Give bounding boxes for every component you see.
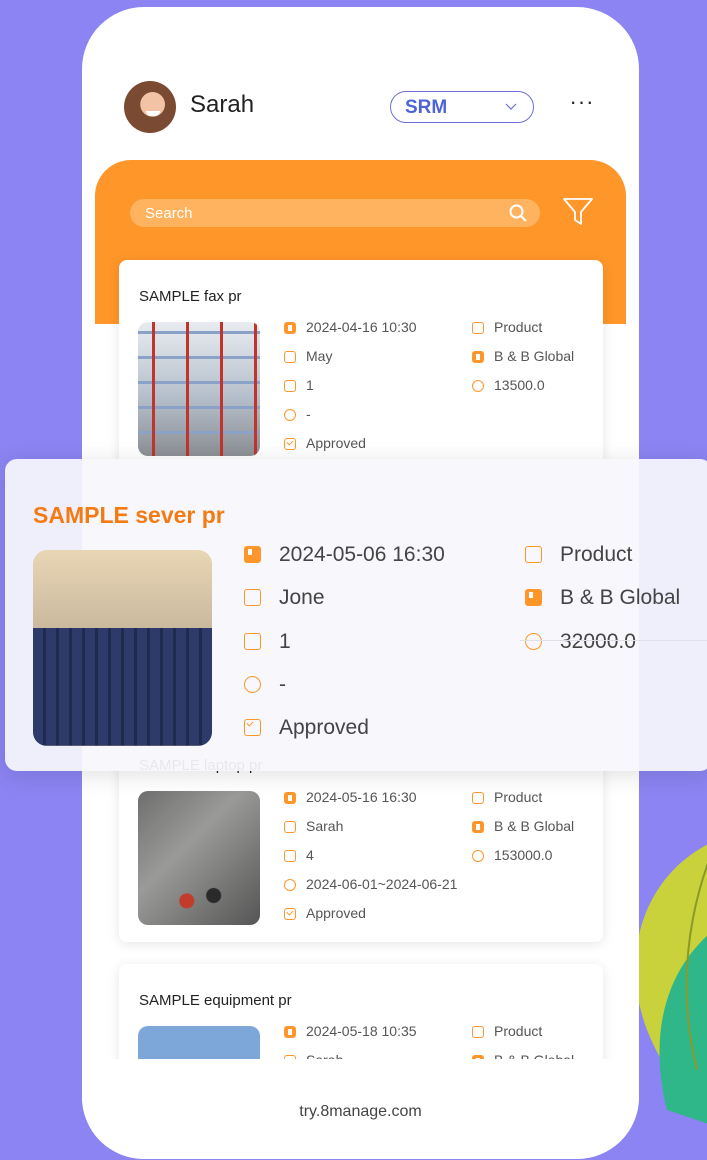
grid-icon — [472, 792, 484, 804]
user-name: Sarah — [190, 91, 255, 118]
item-person: May — [284, 348, 332, 364]
grid-icon — [525, 546, 542, 563]
more-menu-button[interactable]: ··· — [567, 91, 597, 121]
expanded-datetime: 2024-05-06 16:30 — [244, 543, 445, 567]
item-photo — [138, 791, 260, 925]
stack-icon — [284, 850, 296, 862]
item-datetime: 2024-05-18 10:35 — [284, 1023, 417, 1039]
footer-url[interactable]: try.8manage.com — [82, 1103, 639, 1121]
item-status: Approved — [284, 435, 366, 451]
module-label: SRM — [405, 97, 448, 118]
search-input[interactable]: Search — [130, 199, 540, 227]
expanded-category: Product — [525, 543, 632, 567]
item-title: SAMPLE fax pr — [139, 288, 242, 305]
check-icon — [284, 908, 296, 920]
item-amount: 153000.0 — [472, 847, 552, 863]
item-amount: 13500.0 — [472, 377, 545, 393]
expanded-person: Jone — [244, 586, 325, 610]
expanded-amount: 32000.0 — [525, 630, 636, 654]
person-icon — [284, 821, 296, 833]
clock-icon — [244, 676, 261, 693]
item-category: Product — [472, 319, 542, 335]
item-photo — [138, 322, 260, 456]
item-period: 2024-06-01~2024-06-21 — [284, 876, 457, 892]
person-icon — [244, 589, 261, 606]
money-icon — [525, 633, 542, 650]
item-category: Product — [472, 789, 542, 805]
stack-icon — [244, 633, 261, 650]
expanded-item-card[interactable]: SAMPLE sever pr 2024-05-06 16:30 Jone 1 … — [5, 459, 707, 771]
item-category: Product — [472, 1023, 542, 1039]
check-icon — [244, 719, 261, 736]
calendar-icon — [284, 1026, 296, 1038]
filter-icon[interactable] — [562, 195, 594, 227]
item-title: SAMPLE equipment pr — [139, 992, 292, 1009]
divider — [520, 640, 707, 641]
item-supplier: B & B Global — [472, 818, 574, 834]
item-status: Approved — [284, 905, 366, 921]
chevron-down-icon — [505, 103, 517, 110]
footer: try.8manage.com — [82, 1059, 639, 1159]
item-supplier: B & B Global — [472, 348, 574, 364]
calendar-icon — [284, 322, 296, 334]
grid-icon — [472, 1026, 484, 1038]
person-icon — [284, 351, 296, 363]
item-quantity: 4 — [284, 847, 314, 863]
expanded-status: Approved — [244, 716, 369, 740]
expanded-item-title: SAMPLE sever pr — [33, 502, 225, 528]
module-select[interactable]: SRM — [390, 91, 534, 123]
calendar-icon — [284, 792, 296, 804]
item-person: Sarah — [284, 818, 343, 834]
money-icon — [472, 850, 484, 862]
search-placeholder: Search — [145, 205, 193, 222]
expanded-item-photo — [33, 550, 212, 746]
item-datetime: 2024-05-16 16:30 — [284, 789, 417, 805]
expanded-quantity: 1 — [244, 630, 291, 654]
money-icon — [472, 380, 484, 392]
stack-icon — [284, 380, 296, 392]
building-icon — [472, 821, 484, 833]
clock-icon — [284, 409, 296, 421]
building-icon — [472, 351, 484, 363]
expanded-supplier: B & B Global — [525, 586, 680, 610]
check-icon — [284, 438, 296, 450]
calendar-icon — [244, 546, 261, 563]
clock-icon — [284, 879, 296, 891]
search-icon[interactable] — [508, 203, 528, 223]
item-period: - — [284, 406, 311, 422]
item-quantity: 1 — [284, 377, 314, 393]
grid-icon — [472, 322, 484, 334]
list-item[interactable]: SAMPLE fax pr 2024-04-16 10:30 May 1 - A… — [119, 260, 603, 476]
building-icon — [525, 589, 542, 606]
app-header: Sarah SRM ··· — [124, 79, 597, 133]
item-datetime: 2024-04-16 10:30 — [284, 319, 417, 335]
expanded-period: - — [244, 673, 286, 697]
avatar[interactable] — [124, 81, 176, 133]
